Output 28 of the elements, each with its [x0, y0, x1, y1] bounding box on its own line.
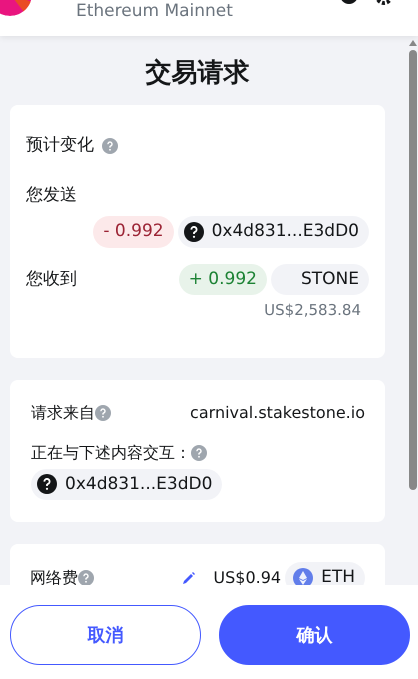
cancel-button[interactable]: 取消: [10, 605, 201, 665]
confirm-button[interactable]: 确认: [219, 605, 410, 665]
network-name[interactable]: Ethereum Mainnet: [76, 1, 233, 36]
scrollbar-thumb[interactable]: [409, 50, 417, 490]
fee-amount: US$0.94: [213, 566, 282, 585]
change-label: 您发送: [26, 184, 78, 206]
help-icon[interactable]: [191, 444, 207, 460]
token-pill[interactable]: STONE: [270, 264, 369, 295]
help-icon[interactable]: [95, 404, 111, 420]
origin-url: carnival.stakestone.io: [190, 402, 365, 424]
interaction-label: 正在与下述内容交互：: [31, 442, 191, 464]
unknown-token-icon: [184, 222, 204, 242]
edit-icon[interactable]: [181, 570, 198, 585]
help-icon[interactable]: [102, 138, 118, 154]
contract-address[interactable]: 0x4d831...E3dD0: [31, 468, 222, 500]
token-pill[interactable]: 0x4d831...E3dD0: [178, 216, 369, 248]
amount-pill: + 0.992: [178, 264, 267, 295]
unknown-token-icon: [37, 474, 57, 494]
help-icon[interactable]: [78, 570, 94, 585]
scroll-up-icon[interactable]: [409, 40, 417, 46]
amount-pill: - 0.992: [93, 216, 174, 248]
request-label: 请求来自: [31, 402, 95, 424]
section-heading: 预计变化: [26, 134, 94, 157]
fiat-value: US$2,583.84: [263, 300, 361, 321]
change-label: 您收到: [26, 268, 77, 290]
fee-token[interactable]: ETH: [285, 562, 365, 585]
page-title: 交易请求: [144, 57, 250, 90]
fee-label: 网络费: [30, 566, 78, 585]
